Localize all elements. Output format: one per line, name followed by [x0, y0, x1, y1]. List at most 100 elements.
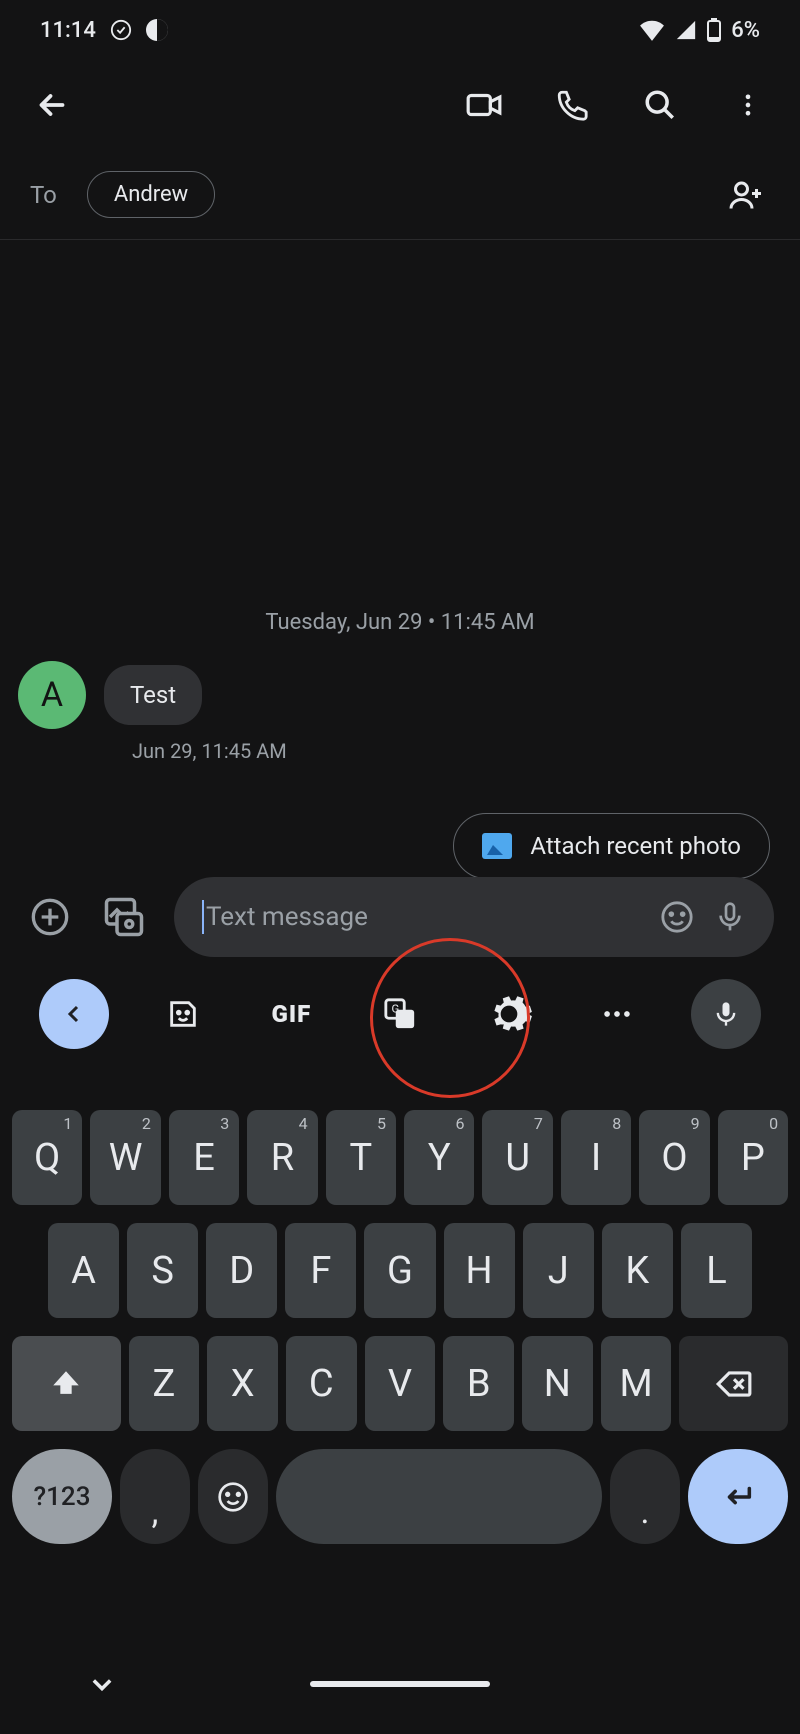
enter-key[interactable] — [688, 1449, 788, 1544]
key-e[interactable]: E3 — [169, 1110, 239, 1205]
gallery-icon — [103, 896, 145, 938]
clock: 11:14 — [40, 18, 96, 43]
app-bar — [0, 60, 800, 150]
chevron-left-icon — [62, 1002, 86, 1026]
key-s[interactable]: S — [127, 1223, 198, 1318]
message-input[interactable]: Text message — [202, 900, 640, 934]
key-d[interactable]: D — [206, 1223, 277, 1318]
battery-percent: 6% — [731, 18, 760, 43]
shift-key[interactable] — [12, 1336, 121, 1431]
message-input-container[interactable]: Text message — [174, 877, 774, 957]
key-c[interactable]: C — [286, 1336, 357, 1431]
suggestion-label: Attach recent photo — [530, 832, 741, 860]
key-n[interactable]: N — [522, 1336, 593, 1431]
sticker-button[interactable] — [148, 979, 218, 1049]
add-person-button[interactable] — [722, 171, 770, 219]
keyboard-toolbar: GIF G — [0, 964, 800, 1064]
status-bar: 11:14 6% — [0, 0, 800, 60]
shift-icon — [49, 1367, 83, 1401]
recipient-chip[interactable]: Andrew — [87, 171, 215, 218]
person-add-icon — [728, 177, 764, 213]
video-call-button[interactable] — [460, 81, 508, 129]
mic-icon — [712, 1000, 740, 1028]
key-q[interactable]: Q1 — [12, 1110, 82, 1205]
message-row: A Test — [18, 661, 782, 729]
gear-icon — [484, 989, 534, 1039]
search-button[interactable] — [636, 81, 684, 129]
enter-icon — [721, 1480, 755, 1514]
key-f[interactable]: F — [285, 1223, 356, 1318]
translate-button[interactable]: G — [365, 979, 435, 1049]
key-u[interactable]: U7 — [482, 1110, 552, 1205]
key-k[interactable]: K — [602, 1223, 673, 1318]
gif-label: GIF — [272, 1000, 312, 1028]
backspace-icon — [715, 1365, 753, 1403]
keyboard: Q1W2E3R4T5Y6U7I8O9P0 ASDFGHJKL ZXCVBNM ?… — [0, 1110, 800, 1544]
message-bubble[interactable]: Test — [104, 665, 202, 725]
gif-button[interactable]: GIF — [256, 979, 326, 1049]
gallery-button[interactable] — [100, 893, 148, 941]
keyboard-collapse-button[interactable] — [39, 979, 109, 1049]
search-icon — [643, 88, 677, 122]
key-x[interactable]: X — [207, 1336, 278, 1431]
more-vert-icon — [734, 91, 762, 119]
arrow-back-icon — [34, 87, 70, 123]
key-h[interactable]: H — [444, 1223, 515, 1318]
sticker-icon — [166, 997, 200, 1031]
date-separator: Tuesday, Jun 29 • 11:45 AM — [18, 610, 782, 635]
more-button[interactable] — [724, 81, 772, 129]
check-circle-icon — [110, 19, 132, 41]
key-r[interactable]: R4 — [247, 1110, 317, 1205]
symbols-key[interactable]: ?123 — [12, 1449, 112, 1544]
more-horiz-icon — [600, 997, 634, 1031]
recipient-row: To Andrew — [0, 150, 800, 240]
battery-icon — [707, 18, 721, 42]
mic-icon[interactable] — [714, 901, 746, 933]
keyboard-hide-button[interactable] — [88, 1670, 116, 1698]
emoji-key[interactable] — [198, 1449, 268, 1544]
settings-button[interactable] — [474, 979, 544, 1049]
emoji-icon[interactable] — [660, 900, 694, 934]
wifi-icon — [639, 19, 665, 41]
key-j[interactable]: J — [523, 1223, 594, 1318]
to-label: To — [30, 181, 57, 209]
key-w[interactable]: W2 — [90, 1110, 160, 1205]
key-g[interactable]: G — [364, 1223, 435, 1318]
space-key[interactable] — [276, 1449, 602, 1544]
translate-icon: G — [383, 997, 417, 1031]
notification-icon — [146, 19, 168, 41]
comma-key[interactable]: , — [120, 1449, 190, 1544]
key-z[interactable]: Z — [129, 1336, 200, 1431]
backspace-key[interactable] — [679, 1336, 788, 1431]
key-p[interactable]: P0 — [718, 1110, 788, 1205]
more-keyboard-button[interactable] — [582, 979, 652, 1049]
voice-call-button[interactable] — [548, 81, 596, 129]
key-o[interactable]: O9 — [639, 1110, 709, 1205]
avatar[interactable]: A — [18, 661, 86, 729]
phone-icon — [555, 88, 589, 122]
photo-icon — [482, 833, 512, 859]
plus-circle-icon — [30, 897, 70, 937]
svg-text:G: G — [391, 1002, 399, 1016]
key-a[interactable]: A — [48, 1223, 119, 1318]
key-m[interactable]: M — [601, 1336, 672, 1431]
key-l[interactable]: L — [681, 1223, 752, 1318]
key-t[interactable]: T5 — [326, 1110, 396, 1205]
key-i[interactable]: I8 — [561, 1110, 631, 1205]
home-handle[interactable] — [310, 1681, 490, 1687]
voice-typing-button[interactable] — [691, 979, 761, 1049]
period-key[interactable]: . — [610, 1449, 680, 1544]
nav-bar — [0, 1634, 800, 1734]
chevron-down-icon — [88, 1670, 116, 1698]
back-button[interactable] — [28, 81, 76, 129]
signal-icon — [675, 19, 697, 41]
key-y[interactable]: Y6 — [404, 1110, 474, 1205]
message-meta: Jun 29, 11:45 AM — [132, 739, 782, 763]
video-icon — [465, 86, 503, 124]
compose-bar: Text message — [0, 872, 800, 962]
suggestion-attach-photo[interactable]: Attach recent photo — [453, 813, 770, 879]
key-b[interactable]: B — [443, 1336, 514, 1431]
key-v[interactable]: V — [365, 1336, 436, 1431]
emoji-icon — [217, 1481, 249, 1513]
add-attachment-button[interactable] — [26, 893, 74, 941]
